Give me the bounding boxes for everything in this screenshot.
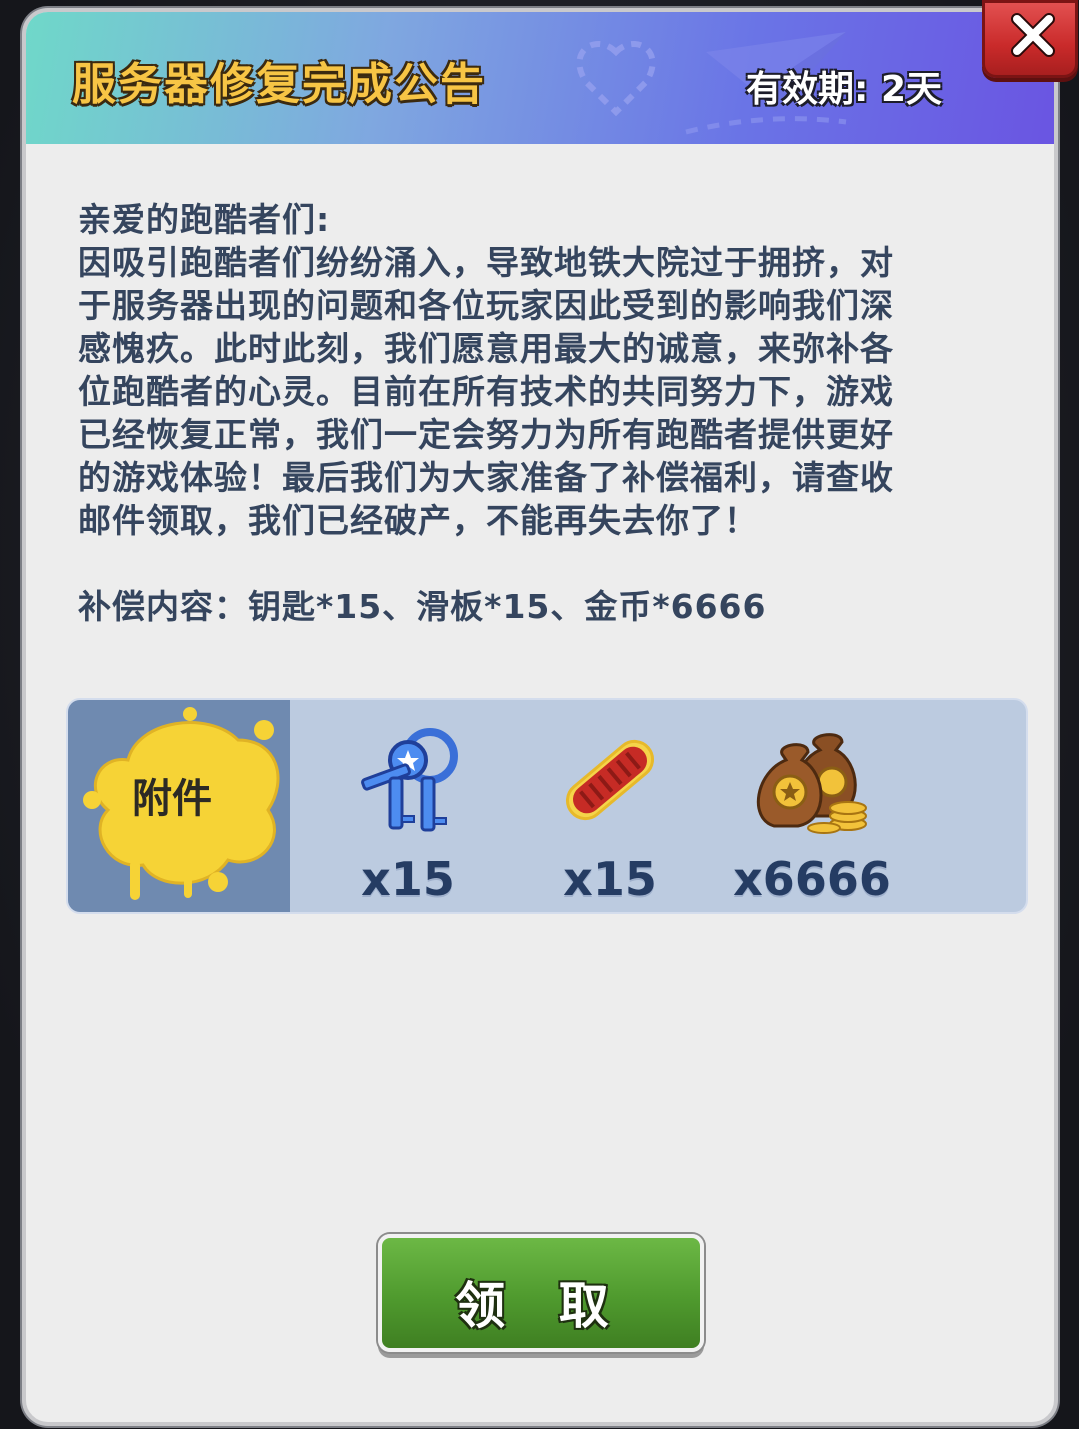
close-button[interactable] xyxy=(982,0,1078,78)
message-line: 的游戏体验！最后我们为大家准备了补偿福利，请查收 xyxy=(78,458,894,497)
close-x-icon xyxy=(1011,13,1055,57)
message-line: 邮件领取，我们已经破产，不能再失去你了！ xyxy=(78,501,758,540)
dialog-title: 服务器修复完成公告 xyxy=(72,59,486,110)
compensation-summary: 补偿内容：钥匙*15、滑板*15、金币*6666 xyxy=(78,587,767,626)
message-line: 于服务器出现的问题和各位玩家因此受到的影响我们深 xyxy=(78,286,894,325)
attachment-quantity: x15 xyxy=(563,852,657,906)
attachment-quantity: x15 xyxy=(361,852,455,906)
dialog-header: 服务器修复完成公告 有效期: 2天 xyxy=(26,12,1054,144)
message-line: 已经恢复正常，我们一定会努力为所有跑酷者提供更好 xyxy=(78,415,894,454)
hoverboard-icon xyxy=(565,739,655,821)
attachment-item-coins[interactable]: x6666 xyxy=(722,700,902,912)
message-line: 因吸引跑酷者们纷纷涌入，导致地铁大院过于拥挤，对 xyxy=(78,243,894,282)
keys-icon xyxy=(361,728,458,832)
coin-bags-icon xyxy=(756,733,867,834)
claim-button-label: 领 取 xyxy=(455,1277,627,1335)
greeting: 亲爱的跑酷者们: xyxy=(78,200,331,239)
attachment-item-keys[interactable]: x15 xyxy=(318,700,498,912)
claim-button[interactable]: 领 取 xyxy=(378,1234,704,1352)
message-body: 亲爱的跑酷者们: 因吸引跑酷者们纷纷涌入，导致地铁大院过于拥挤，对 于服务器出现… xyxy=(78,198,1012,628)
attachment-quantity: x6666 xyxy=(733,852,891,906)
attachments-bar: 附件 x15 x15 x6666 xyxy=(66,698,1028,914)
attachment-label-box: 附件 xyxy=(68,700,290,912)
message-line: 感愧疚。此时此刻，我们愿意用最大的诚意，来弥补各 xyxy=(78,329,894,368)
attachment-item-hoverboard[interactable]: x15 xyxy=(520,700,700,912)
validity-period: 有效期: 2天 xyxy=(746,69,942,110)
announcement-dialog: 服务器修复完成公告 有效期: 2天 亲爱的跑酷者们: 因吸引跑酷者们纷纷涌入，导… xyxy=(22,8,1058,1426)
attachment-label: 附件 xyxy=(132,776,212,822)
message-line: 位跑酷者的心灵。目前在所有技术的共同努力下，游戏 xyxy=(78,372,894,411)
